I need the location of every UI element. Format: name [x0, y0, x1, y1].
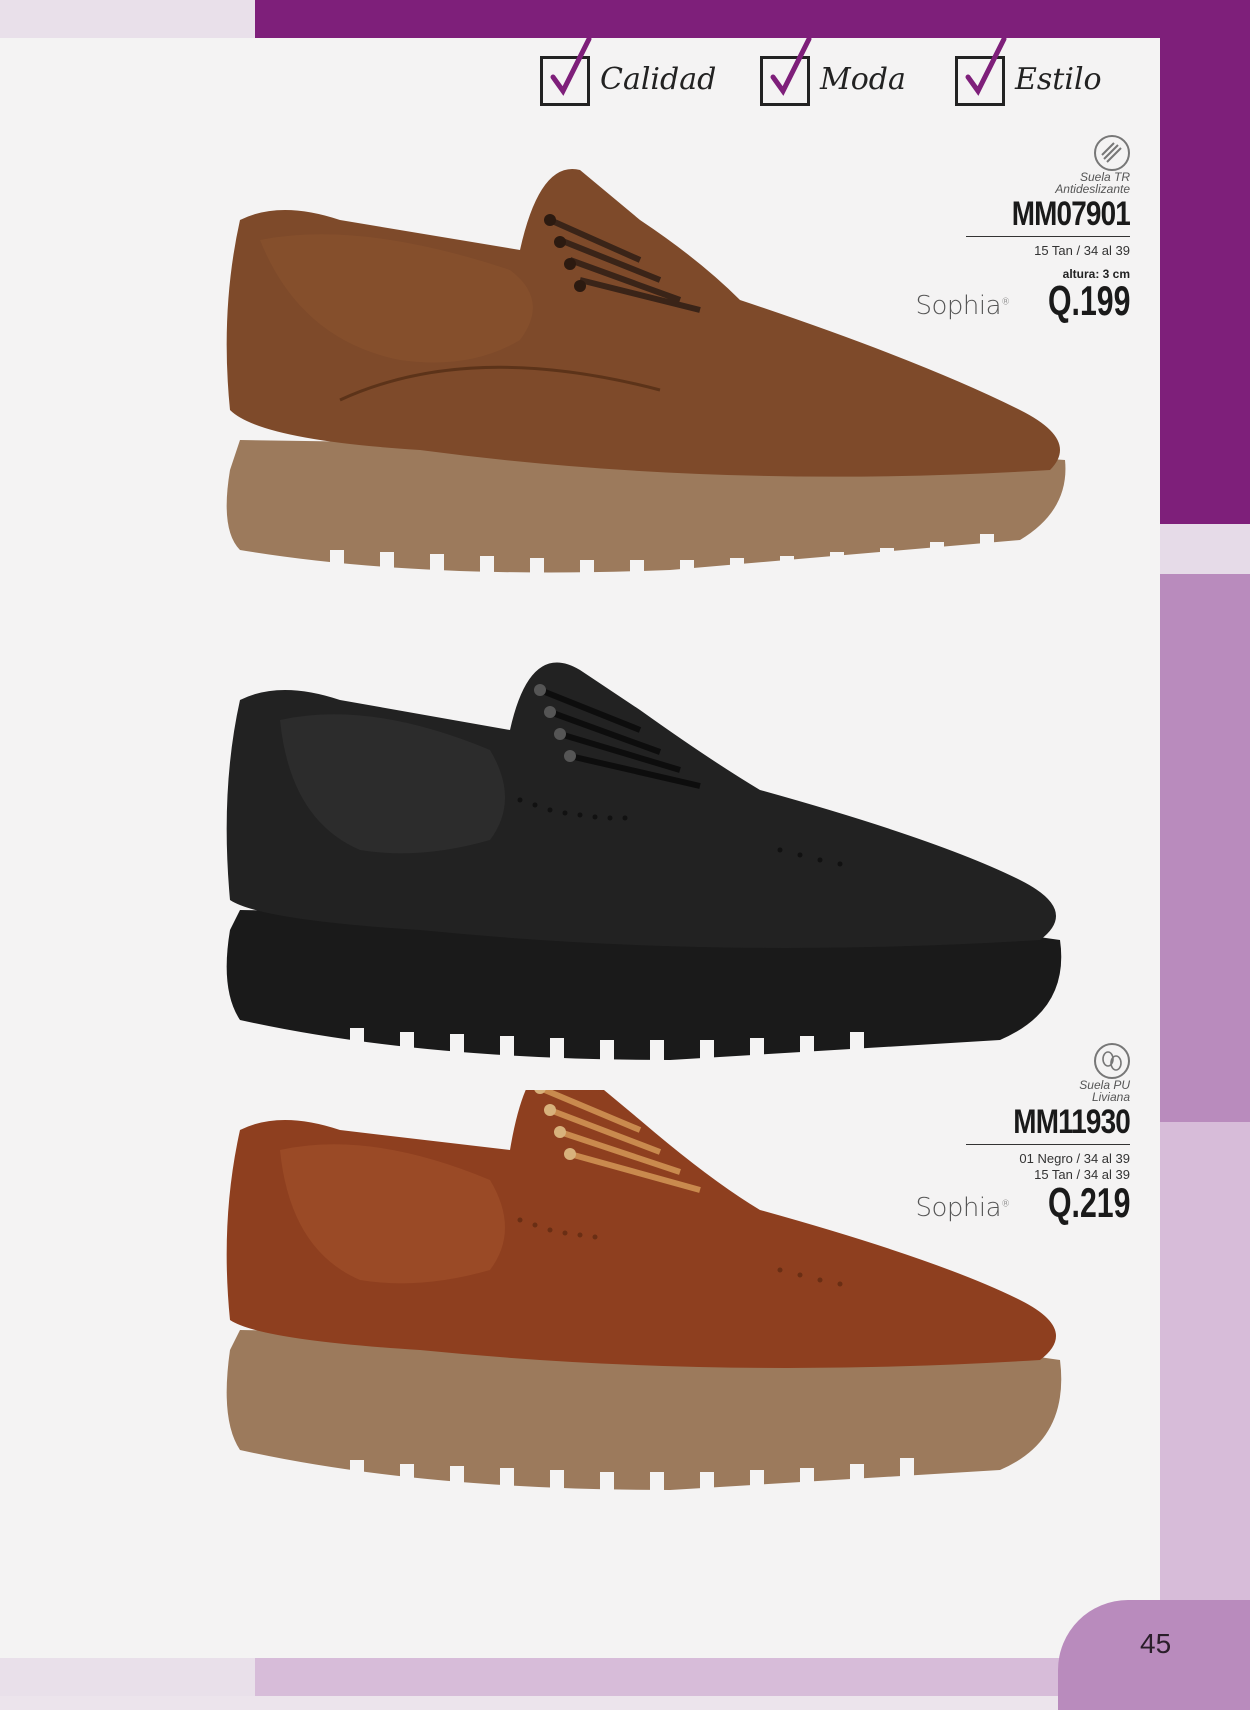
checkbox-icon — [540, 37, 592, 106]
product-code: MM07901 — [966, 195, 1131, 237]
badge-calidad: Calidad — [540, 37, 717, 106]
page-number: 45 — [1140, 1628, 1172, 1659]
variant-line: 01 Negro / 34 al 39 — [1019, 1151, 1130, 1166]
badge-label: Estilo — [1015, 61, 1102, 97]
product-price: Q.219 — [1047, 1179, 1130, 1226]
brand-logo: Sophia® — [915, 291, 1011, 321]
variant-line: 15 Tan / 34 al 39 — [1034, 243, 1130, 258]
side-band-pale — [1160, 524, 1250, 574]
checkbox-icon — [760, 37, 812, 106]
top-band-light — [0, 0, 255, 38]
side-band-mid — [1160, 574, 1250, 1122]
badge-estilo: Estilo — [955, 37, 1102, 106]
shoe-image-black-wingtip — [226, 662, 1062, 1072]
brand-logo: Sophia® — [915, 1193, 1011, 1223]
top-band-purple — [255, 0, 1250, 38]
product-info-mm11930: Suela PU Liviana MM11930 01 Negro / 34 a… — [916, 1043, 1131, 1226]
brand-price-row: Sophia® Q.219 — [916, 1179, 1130, 1226]
product-price: Q.199 — [1047, 277, 1130, 324]
light-sole-icon — [930, 1043, 1130, 1079]
badge-label: Moda — [820, 61, 906, 97]
bottom-band-purple — [255, 1658, 1160, 1696]
badge-moda: Moda — [760, 37, 906, 106]
brand-price-row: Sophia® Q.199 — [916, 277, 1130, 324]
checkbox-icon — [955, 37, 1007, 106]
badge-label: Calidad — [600, 61, 717, 97]
product-info-mm07901: Suela TR Antideslizante MM07901 15 Tan /… — [916, 135, 1131, 324]
product-code: MM11930 — [966, 1103, 1131, 1145]
sole-type-line2: Liviana — [1091, 1090, 1130, 1104]
sole-type-line2: Antideslizante — [1055, 182, 1130, 196]
tread-sole-icon — [930, 135, 1130, 171]
side-band-dark — [1160, 38, 1250, 524]
